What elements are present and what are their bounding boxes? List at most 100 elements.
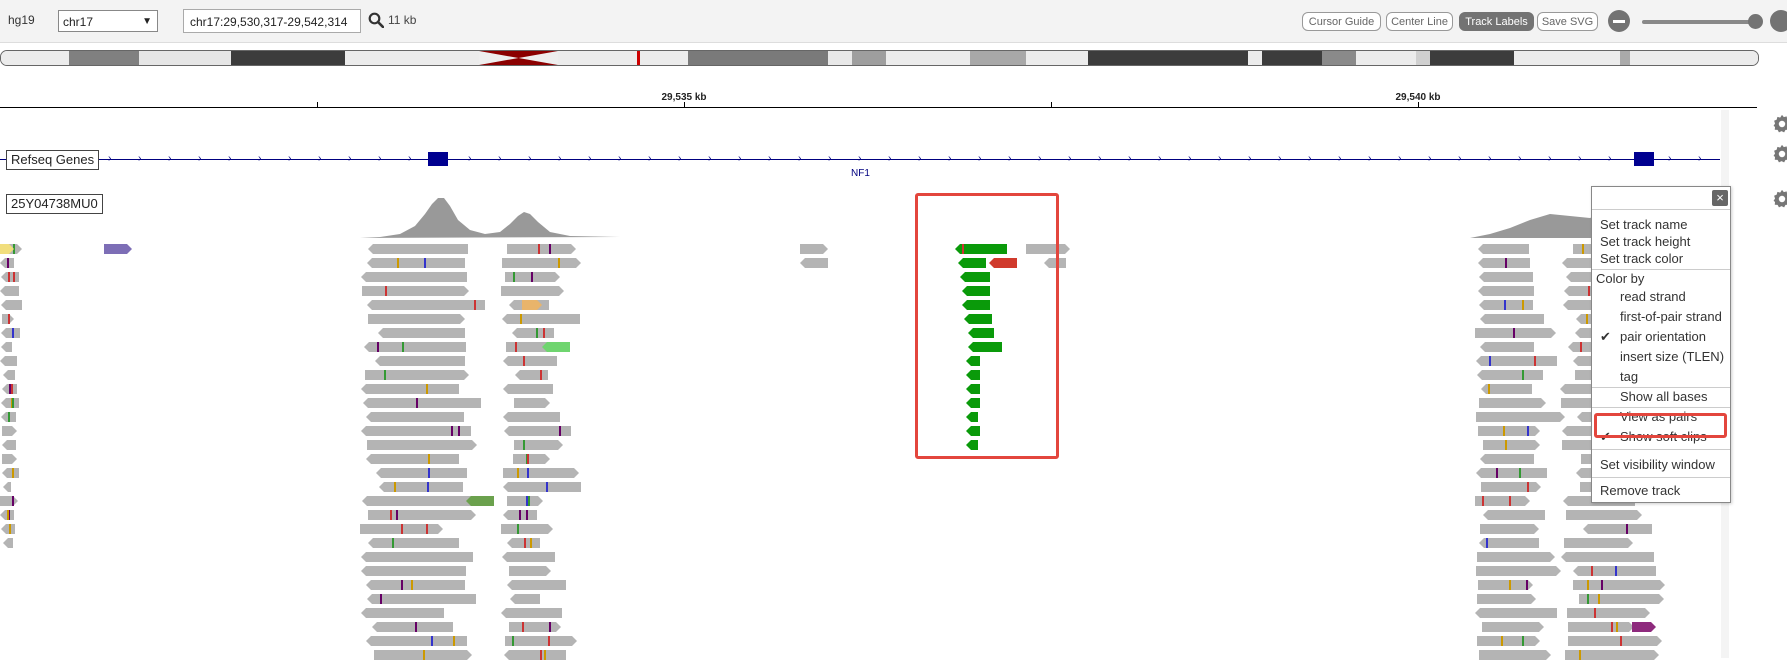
read[interactable]	[0, 496, 18, 506]
read[interactable]	[501, 608, 562, 618]
read[interactable]	[3, 538, 13, 548]
read[interactable]	[503, 356, 557, 366]
genome-label[interactable]: hg19	[8, 13, 35, 27]
menu-item-set-track-name[interactable]: Set track name	[1600, 217, 1687, 233]
read[interactable]	[466, 496, 494, 506]
read[interactable]	[509, 566, 551, 576]
read[interactable]	[513, 454, 550, 464]
read[interactable]	[1567, 608, 1650, 618]
read[interactable]	[372, 622, 453, 632]
read[interactable]	[1, 328, 20, 338]
read[interactable]	[368, 538, 459, 548]
read[interactable]	[1478, 426, 1540, 436]
read[interactable]	[361, 566, 466, 576]
read[interactable]	[510, 594, 540, 604]
read[interactable]	[1478, 580, 1533, 590]
read[interactable]	[1483, 510, 1545, 520]
coverage-histogram[interactable]	[360, 190, 620, 238]
read[interactable]	[375, 356, 465, 366]
read[interactable]	[1475, 328, 1556, 338]
track-labels-button[interactable]: Track Labels	[1459, 12, 1534, 31]
read[interactable]	[1479, 398, 1546, 408]
gene-exon[interactable]	[1634, 152, 1654, 166]
read[interactable]	[1479, 538, 1539, 548]
read[interactable]	[800, 258, 828, 268]
read[interactable]	[364, 342, 466, 352]
read[interactable]	[502, 258, 581, 268]
read[interactable]	[3, 482, 11, 492]
read[interactable]	[515, 370, 548, 380]
read[interactable]	[367, 440, 477, 450]
read[interactable]	[507, 496, 543, 506]
menu-item-insert-size[interactable]: insert size (TLEN)	[1620, 349, 1724, 365]
read[interactable]	[2, 468, 19, 478]
read[interactable]	[361, 272, 467, 282]
read[interactable]	[507, 580, 566, 590]
read[interactable]	[1479, 300, 1533, 310]
read[interactable]	[361, 384, 459, 394]
read[interactable]	[2, 454, 17, 464]
read[interactable]	[361, 426, 471, 436]
read[interactable]	[1475, 608, 1557, 618]
read[interactable]	[1, 342, 12, 352]
read[interactable]	[1480, 314, 1544, 324]
gene-name-label[interactable]: NF1	[851, 168, 870, 179]
read[interactable]	[509, 622, 561, 632]
read[interactable]	[1566, 510, 1642, 520]
chromosome-select[interactable]: chr17 ▼	[58, 10, 158, 32]
read[interactable]	[367, 258, 465, 268]
read[interactable]	[1477, 370, 1543, 380]
read[interactable]	[1478, 244, 1529, 254]
read[interactable]	[362, 496, 478, 506]
read[interactable]	[104, 244, 132, 254]
read[interactable]	[1480, 342, 1534, 352]
read[interactable]	[514, 440, 563, 450]
menu-item-first-of-pair-strand[interactable]: first-of-pair strand	[1620, 309, 1722, 325]
read[interactable]	[1579, 594, 1664, 604]
menu-item-remove-track[interactable]: Remove track	[1600, 483, 1680, 499]
read[interactable]	[368, 244, 468, 254]
read[interactable]	[1479, 272, 1533, 282]
zoom-in-button[interactable]	[1770, 10, 1787, 32]
read[interactable]	[366, 454, 459, 464]
read[interactable]	[1, 524, 15, 534]
menu-item-set-visibility-window[interactable]: Set visibility window	[1600, 457, 1715, 473]
refseq-track-label[interactable]: Refseq Genes	[6, 150, 100, 170]
read[interactable]	[502, 314, 580, 324]
read[interactable]	[800, 244, 828, 254]
read[interactable]	[2, 440, 16, 450]
read[interactable]	[361, 552, 473, 562]
read[interactable]	[503, 412, 560, 422]
search-icon[interactable]	[368, 12, 384, 28]
read[interactable]	[378, 328, 465, 338]
read[interactable]	[507, 244, 576, 254]
read[interactable]	[1, 300, 22, 310]
read[interactable]	[367, 300, 485, 310]
read[interactable]	[1477, 636, 1540, 646]
chromosome-ideogram[interactable]	[0, 50, 1759, 66]
read[interactable]	[1480, 454, 1534, 464]
zoom-slider-handle[interactable]	[1748, 14, 1763, 29]
read[interactable]	[514, 398, 550, 408]
close-icon[interactable]: ×	[1712, 190, 1728, 206]
read[interactable]	[505, 636, 577, 646]
read[interactable]	[1478, 258, 1530, 268]
alignment-track-label[interactable]: 25Y04738MU0	[6, 194, 103, 214]
read[interactable]	[3, 370, 15, 380]
gene-exon[interactable]	[428, 152, 448, 166]
menu-item-set-track-height[interactable]: Set track height	[1600, 234, 1690, 250]
menu-item-set-track-color[interactable]: Set track color	[1600, 251, 1683, 267]
gear-icon[interactable]	[1771, 143, 1787, 165]
read[interactable]	[1476, 468, 1547, 478]
read[interactable]	[362, 286, 469, 296]
menu-item-pair-orientation[interactable]: pair orientation	[1620, 329, 1706, 345]
read[interactable]	[367, 594, 476, 604]
gear-icon[interactable]	[1771, 188, 1787, 210]
menu-item-tag[interactable]: tag	[1620, 369, 1638, 385]
cursor-guide-button[interactable]: Cursor Guide	[1302, 12, 1381, 31]
save-svg-button[interactable]: Save SVG	[1537, 12, 1598, 31]
read[interactable]	[376, 468, 467, 478]
read[interactable]	[1477, 552, 1555, 562]
read[interactable]	[1476, 566, 1561, 576]
read[interactable]	[542, 342, 570, 352]
